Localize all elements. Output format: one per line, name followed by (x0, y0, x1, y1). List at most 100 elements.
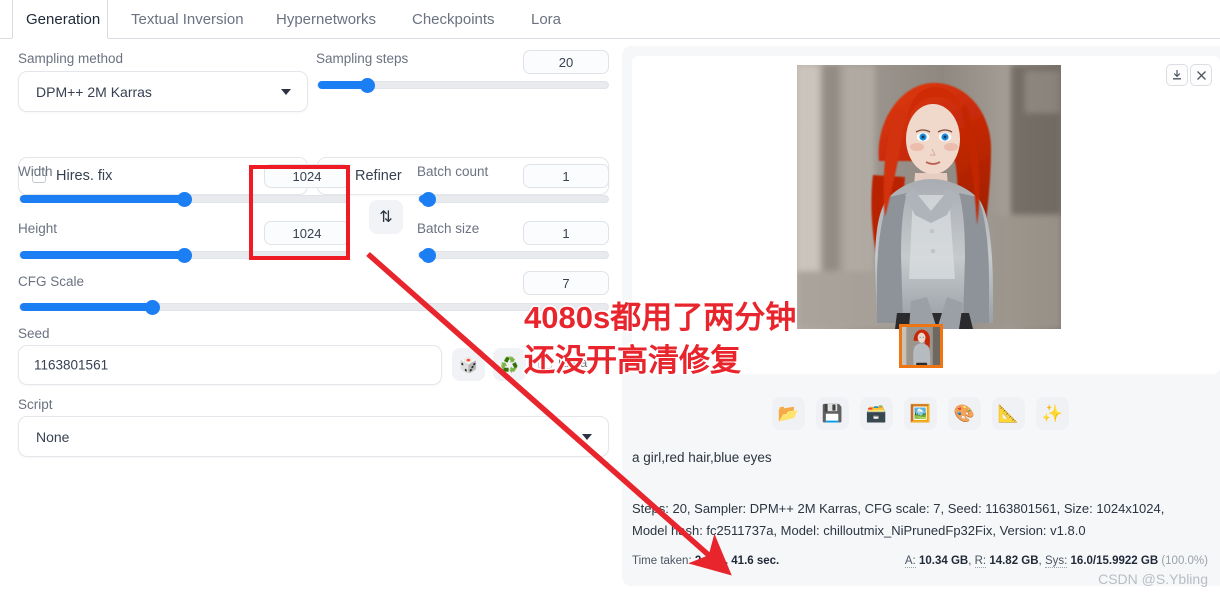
height-label: Height (18, 221, 58, 236)
cfg-scale-value: 7 (562, 275, 570, 291)
framed-picture-icon: 🖼️ (909, 403, 932, 423)
height-value: 1024 (292, 225, 322, 241)
folder-icon: 📂 (777, 403, 800, 423)
watermark: CSDN @S.Ybling (1098, 571, 1208, 587)
floppy-disk-icon: 💾 (821, 403, 844, 423)
script-value: None (36, 428, 70, 445)
batch-size-value: 1 (562, 225, 570, 241)
tab-generation[interactable]: Generation (12, 0, 108, 39)
output-panel: 📂 💾 🗃️ 🖼️ 🎨 📐 ✨ a girl,red hair,blue eye… (622, 46, 1220, 587)
sampling-steps-value: 20 (558, 54, 574, 70)
seed-label: Seed (18, 326, 50, 341)
mem-r-key: R: (974, 555, 987, 568)
height-slider-handle[interactable] (177, 248, 192, 263)
stable-diffusion-webui: Generation Textual Inversion Hypernetwor… (0, 0, 1220, 592)
upscale-button[interactable]: ✨ (1036, 397, 1069, 430)
download-image-button[interactable] (1166, 64, 1188, 86)
generated-image-art (797, 65, 1061, 329)
sampling-method-label: Sampling method (18, 51, 124, 66)
gallery-thumbnail-art (902, 327, 940, 365)
memory-stats-readout: A: 10.34 GB, R: 14.82 GB, Sys: 16.0/15.9… (904, 555, 1208, 568)
chevron-down-icon (281, 88, 291, 95)
seed-input[interactable]: 1163801561 (18, 345, 442, 385)
save-zip-button[interactable]: 🗃️ (860, 397, 893, 430)
batch-size-label: Batch size (417, 221, 480, 236)
width-label: Width (18, 164, 53, 179)
time-taken-readout: Time taken: 2 min. 41.6 sec. (632, 555, 779, 567)
generation-parameters-readout: Steps: 20, Sampler: DPM++ 2M Karras, CFG… (632, 501, 1165, 538)
mem-sys-percent: (100.0%) (1161, 555, 1208, 567)
hires-fix-label: Hires. fix (56, 168, 113, 184)
tab-hypernetworks[interactable]: Hypernetworks (263, 0, 389, 39)
extra-seed-label: Extra (558, 356, 588, 370)
seed-value: 1163801561 (34, 357, 109, 373)
tab-generation-label: Generation (26, 10, 101, 28)
chevron-down-icon (582, 433, 592, 440)
width-input[interactable]: 1024 (264, 164, 350, 188)
swap-dimensions-button[interactable]: ⇅ (369, 200, 403, 234)
extra-seed-checkbox[interactable] (538, 355, 552, 369)
cfg-scale-slider-fill (20, 303, 152, 311)
gallery-thumbnail[interactable] (899, 324, 943, 368)
swap-dimensions-icon: ⇅ (379, 209, 393, 226)
tab-lora-label: Lora (531, 11, 562, 28)
mem-a-key: A: (904, 555, 916, 568)
batch-size-slider[interactable] (418, 248, 609, 263)
height-slider-fill (20, 251, 184, 259)
batch-size-slider-handle[interactable] (421, 248, 436, 263)
mem-a-value: 10.34 GB (918, 555, 969, 567)
width-slider-handle[interactable] (177, 192, 192, 207)
time-taken-label: Time taken: (632, 555, 692, 567)
width-slider-fill (20, 195, 184, 203)
tab-textual-inversion-label: Textual Inversion (131, 11, 244, 28)
cfg-scale-slider[interactable] (19, 300, 609, 315)
triangular-ruler-icon: 📐 (997, 403, 1020, 423)
mem-sys-value: 16.0/15.9922 GB (1070, 555, 1159, 567)
send-to-inpaint-button[interactable]: 🎨 (948, 397, 981, 430)
send-to-extras-button[interactable]: 📐 (992, 397, 1025, 430)
main-tab-bar: Generation Textual Inversion Hypernetwor… (0, 0, 1220, 39)
sampling-method-value: DPM++ 2M Karras (36, 83, 152, 100)
gallery-thumbnail-strip (632, 324, 1220, 372)
sampling-method-dropdown[interactable]: DPM++ 2M Karras (18, 71, 308, 112)
tab-checkpoints-label: Checkpoints (412, 11, 495, 28)
reuse-seed-button[interactable]: ♻️ (493, 348, 526, 381)
cfg-scale-label: CFG Scale (18, 274, 85, 289)
sampling-steps-input[interactable]: 20 (523, 50, 609, 74)
open-folder-button[interactable]: 📂 (772, 397, 805, 430)
height-input[interactable]: 1024 (264, 221, 350, 245)
batch-count-label: Batch count (417, 164, 489, 179)
tab-textual-inversion[interactable]: Textual Inversion (118, 0, 257, 39)
sparkles-icon: ✨ (1041, 403, 1064, 423)
generated-image[interactable] (797, 65, 1061, 329)
sampling-steps-slider-handle[interactable] (360, 78, 375, 93)
send-to-img2img-button[interactable]: 🖼️ (904, 397, 937, 430)
tab-lora[interactable]: Lora (518, 0, 574, 39)
download-icon (1173, 70, 1181, 80)
cfg-scale-input[interactable]: 7 (523, 271, 609, 295)
height-slider[interactable] (19, 248, 350, 263)
batch-count-slider[interactable] (418, 192, 609, 207)
script-label: Script (18, 397, 53, 412)
cfg-scale-slider-handle[interactable] (145, 300, 160, 315)
tab-checkpoints[interactable]: Checkpoints (399, 0, 508, 39)
refiner-label: Refiner (355, 168, 402, 184)
batch-count-input[interactable]: 1 (523, 164, 609, 188)
batch-count-value: 1 (562, 168, 570, 184)
recycle-icon: ♻️ (500, 356, 519, 374)
card-file-box-icon: 🗃️ (865, 403, 888, 423)
width-slider[interactable] (19, 192, 350, 207)
sampling-steps-label: Sampling steps (316, 51, 409, 66)
time-taken-value: 2 min. 41.6 sec. (694, 555, 780, 567)
save-button[interactable]: 💾 (816, 397, 849, 430)
generation-settings-panel: Sampling method DPM++ 2M Karras Sampling… (0, 39, 622, 592)
sampling-steps-slider[interactable] (317, 78, 609, 93)
close-image-button[interactable] (1190, 64, 1212, 86)
batch-count-slider-handle[interactable] (421, 192, 436, 207)
prompt-readout: a girl,red hair,blue eyes (632, 450, 772, 465)
script-dropdown[interactable]: None (18, 416, 609, 457)
batch-size-input[interactable]: 1 (523, 221, 609, 245)
close-icon (1196, 70, 1206, 80)
random-seed-button[interactable]: 🎲 (452, 348, 485, 381)
mem-sys-key: Sys: (1044, 555, 1068, 568)
